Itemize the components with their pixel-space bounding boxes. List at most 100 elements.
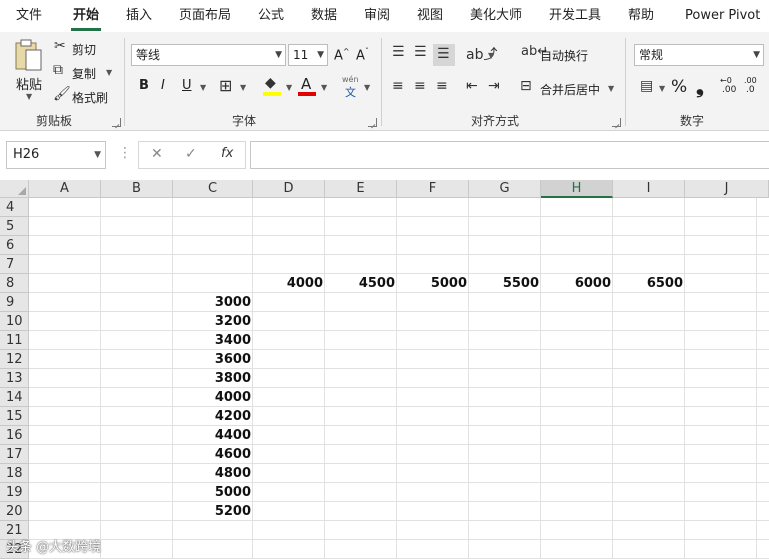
column-header-j[interactable]: J [685,180,769,198]
row-header[interactable]: 5 [0,217,29,236]
cell-c10[interactable]: 3200 [173,312,253,331]
enter-check-icon[interactable]: ✓ [185,146,197,162]
cell-i8[interactable]: 6500 [613,274,685,293]
column-header-i[interactable]: I [613,180,685,198]
row-header[interactable]: 18 [0,464,29,483]
row-header[interactable]: 14 [0,388,29,407]
row-header[interactable]: 7 [0,255,29,274]
cell-f8[interactable]: 5000 [397,274,469,293]
bold-button[interactable]: B [139,78,149,93]
cell-g8[interactable]: 5500 [469,274,541,293]
cell-c12[interactable]: 3600 [173,350,253,369]
decrease-decimal-button[interactable]: .00 .0 [744,76,766,98]
underline-dropdown-icon[interactable]: ▼ [200,83,206,92]
cell-d8[interactable]: 4000 [253,274,325,293]
phonetic-button[interactable]: wén 文 [340,75,362,99]
cell-e8[interactable]: 4500 [325,274,397,293]
tab-page-layout[interactable]: 页面布局 [179,0,231,32]
row-header[interactable]: 10 [0,312,29,331]
name-box[interactable]: H26 ▼ [6,141,106,169]
row-header[interactable]: 19 [0,483,29,502]
row-header[interactable]: 11 [0,331,29,350]
merge-center-label[interactable]: 合并后居中 [540,81,600,98]
cut-label[interactable]: 剪切 [72,41,96,58]
column-header-f[interactable]: F [397,180,469,198]
column-header-g[interactable]: G [469,180,541,198]
alignment-launcher-icon[interactable] [612,118,621,127]
cell-c11[interactable]: 3400 [173,331,253,350]
merge-dropdown-icon[interactable]: ▼ [608,84,614,93]
font-color-button[interactable]: A [298,75,318,97]
copy-icon[interactable]: ⧉ [53,62,63,78]
underline-button[interactable]: U [182,78,192,93]
tab-insert[interactable]: 插入 [126,0,152,32]
increase-font-icon[interactable]: A^ [334,47,350,63]
phonetic-dropdown-icon[interactable]: ▼ [364,83,370,92]
column-header-h[interactable]: H [541,180,613,198]
column-header-d[interactable]: D [253,180,325,198]
tab-file[interactable]: 文件 [16,0,42,32]
percent-button[interactable]: % [671,77,687,97]
row-header[interactable]: 6 [0,236,29,255]
tab-developer[interactable]: 开发工具 [549,0,601,32]
formula-input[interactable] [250,141,769,169]
insert-function-button[interactable]: fx [221,146,233,161]
cell-c13[interactable]: 3800 [173,369,253,388]
cell-c17[interactable]: 4600 [173,445,253,464]
cell-c18[interactable]: 4800 [173,464,253,483]
cancel-icon[interactable]: ✕ [151,146,163,162]
cell-h8[interactable]: 6000 [541,274,613,293]
tab-help[interactable]: 帮助 [628,0,654,32]
font-launcher-icon[interactable] [368,118,377,127]
row-header[interactable]: 20 [0,502,29,521]
increase-decimal-button[interactable]: ←0 .00 [720,76,740,98]
font-size-select[interactable]: 11 ▼ [288,44,328,66]
cell-c16[interactable]: 4400 [173,426,253,445]
paste-dropdown-icon[interactable]: ▼ [26,92,32,101]
column-header-a[interactable]: A [29,180,101,198]
tab-home[interactable]: 开始 [70,0,102,32]
row-header[interactable]: 13 [0,369,29,388]
border-dropdown-icon[interactable]: ▼ [240,83,246,92]
orientation-dropdown-icon[interactable]: ▼ [488,51,494,60]
align-middle-icon[interactable]: ☰ [414,44,427,60]
tab-review[interactable]: 审阅 [364,0,390,32]
font-name-select[interactable]: 等线 ▼ [131,44,286,66]
comma-style-button[interactable]: ❟ [696,74,704,98]
align-right-icon[interactable]: ≡ [436,78,448,94]
row-header[interactable]: 15 [0,407,29,426]
border-icon[interactable]: ⊞ [219,76,232,95]
cell-c19[interactable]: 5000 [173,483,253,502]
decrease-font-icon[interactable]: Aˇ [356,47,369,63]
column-header-b[interactable]: B [101,180,173,198]
align-left-icon[interactable]: ≡ [392,78,404,94]
row-header[interactable]: 9 [0,293,29,312]
align-top-icon[interactable]: ☰ [392,44,405,60]
select-all-button[interactable] [0,180,29,198]
tab-beautify[interactable]: 美化大师 [470,0,522,32]
align-center-icon[interactable]: ≡ [414,78,426,94]
format-painter-icon[interactable]: 🖌 [53,86,71,102]
cell-c14[interactable]: 4000 [173,388,253,407]
align-bottom-button[interactable]: ☰ [433,44,455,66]
paste-button[interactable]: 粘贴 ▼ [10,38,46,104]
merge-center-icon[interactable]: ⊟ [520,78,532,94]
clipboard-launcher-icon[interactable] [112,118,121,127]
accounting-format-icon[interactable]: ▤ [640,78,653,94]
tab-formulas[interactable]: 公式 [258,0,284,32]
wrap-text-label[interactable]: 自动换行 [540,47,588,64]
fill-color-button[interactable]: ◆ [263,75,283,97]
tab-view[interactable]: 视图 [417,0,443,32]
font-color-dropdown-icon[interactable]: ▼ [321,83,327,92]
tab-power-pivot[interactable]: Power Pivot [685,0,760,32]
row-header[interactable]: 8 [0,274,29,293]
row-header[interactable]: 4 [0,198,29,217]
format-painter-label[interactable]: 格式刷 [72,89,108,106]
italic-button[interactable]: I [161,78,165,93]
row-header[interactable]: 16 [0,426,29,445]
fill-dropdown-icon[interactable]: ▼ [286,83,292,92]
cell-c9[interactable]: 3000 [173,293,253,312]
decrease-indent-icon[interactable]: ⇤ [466,78,478,94]
spreadsheet-grid[interactable]: A B C D E F G H I J 4 5 6 7 8 9 10 11 12… [0,180,769,559]
cut-icon[interactable]: ✂ [54,38,66,54]
